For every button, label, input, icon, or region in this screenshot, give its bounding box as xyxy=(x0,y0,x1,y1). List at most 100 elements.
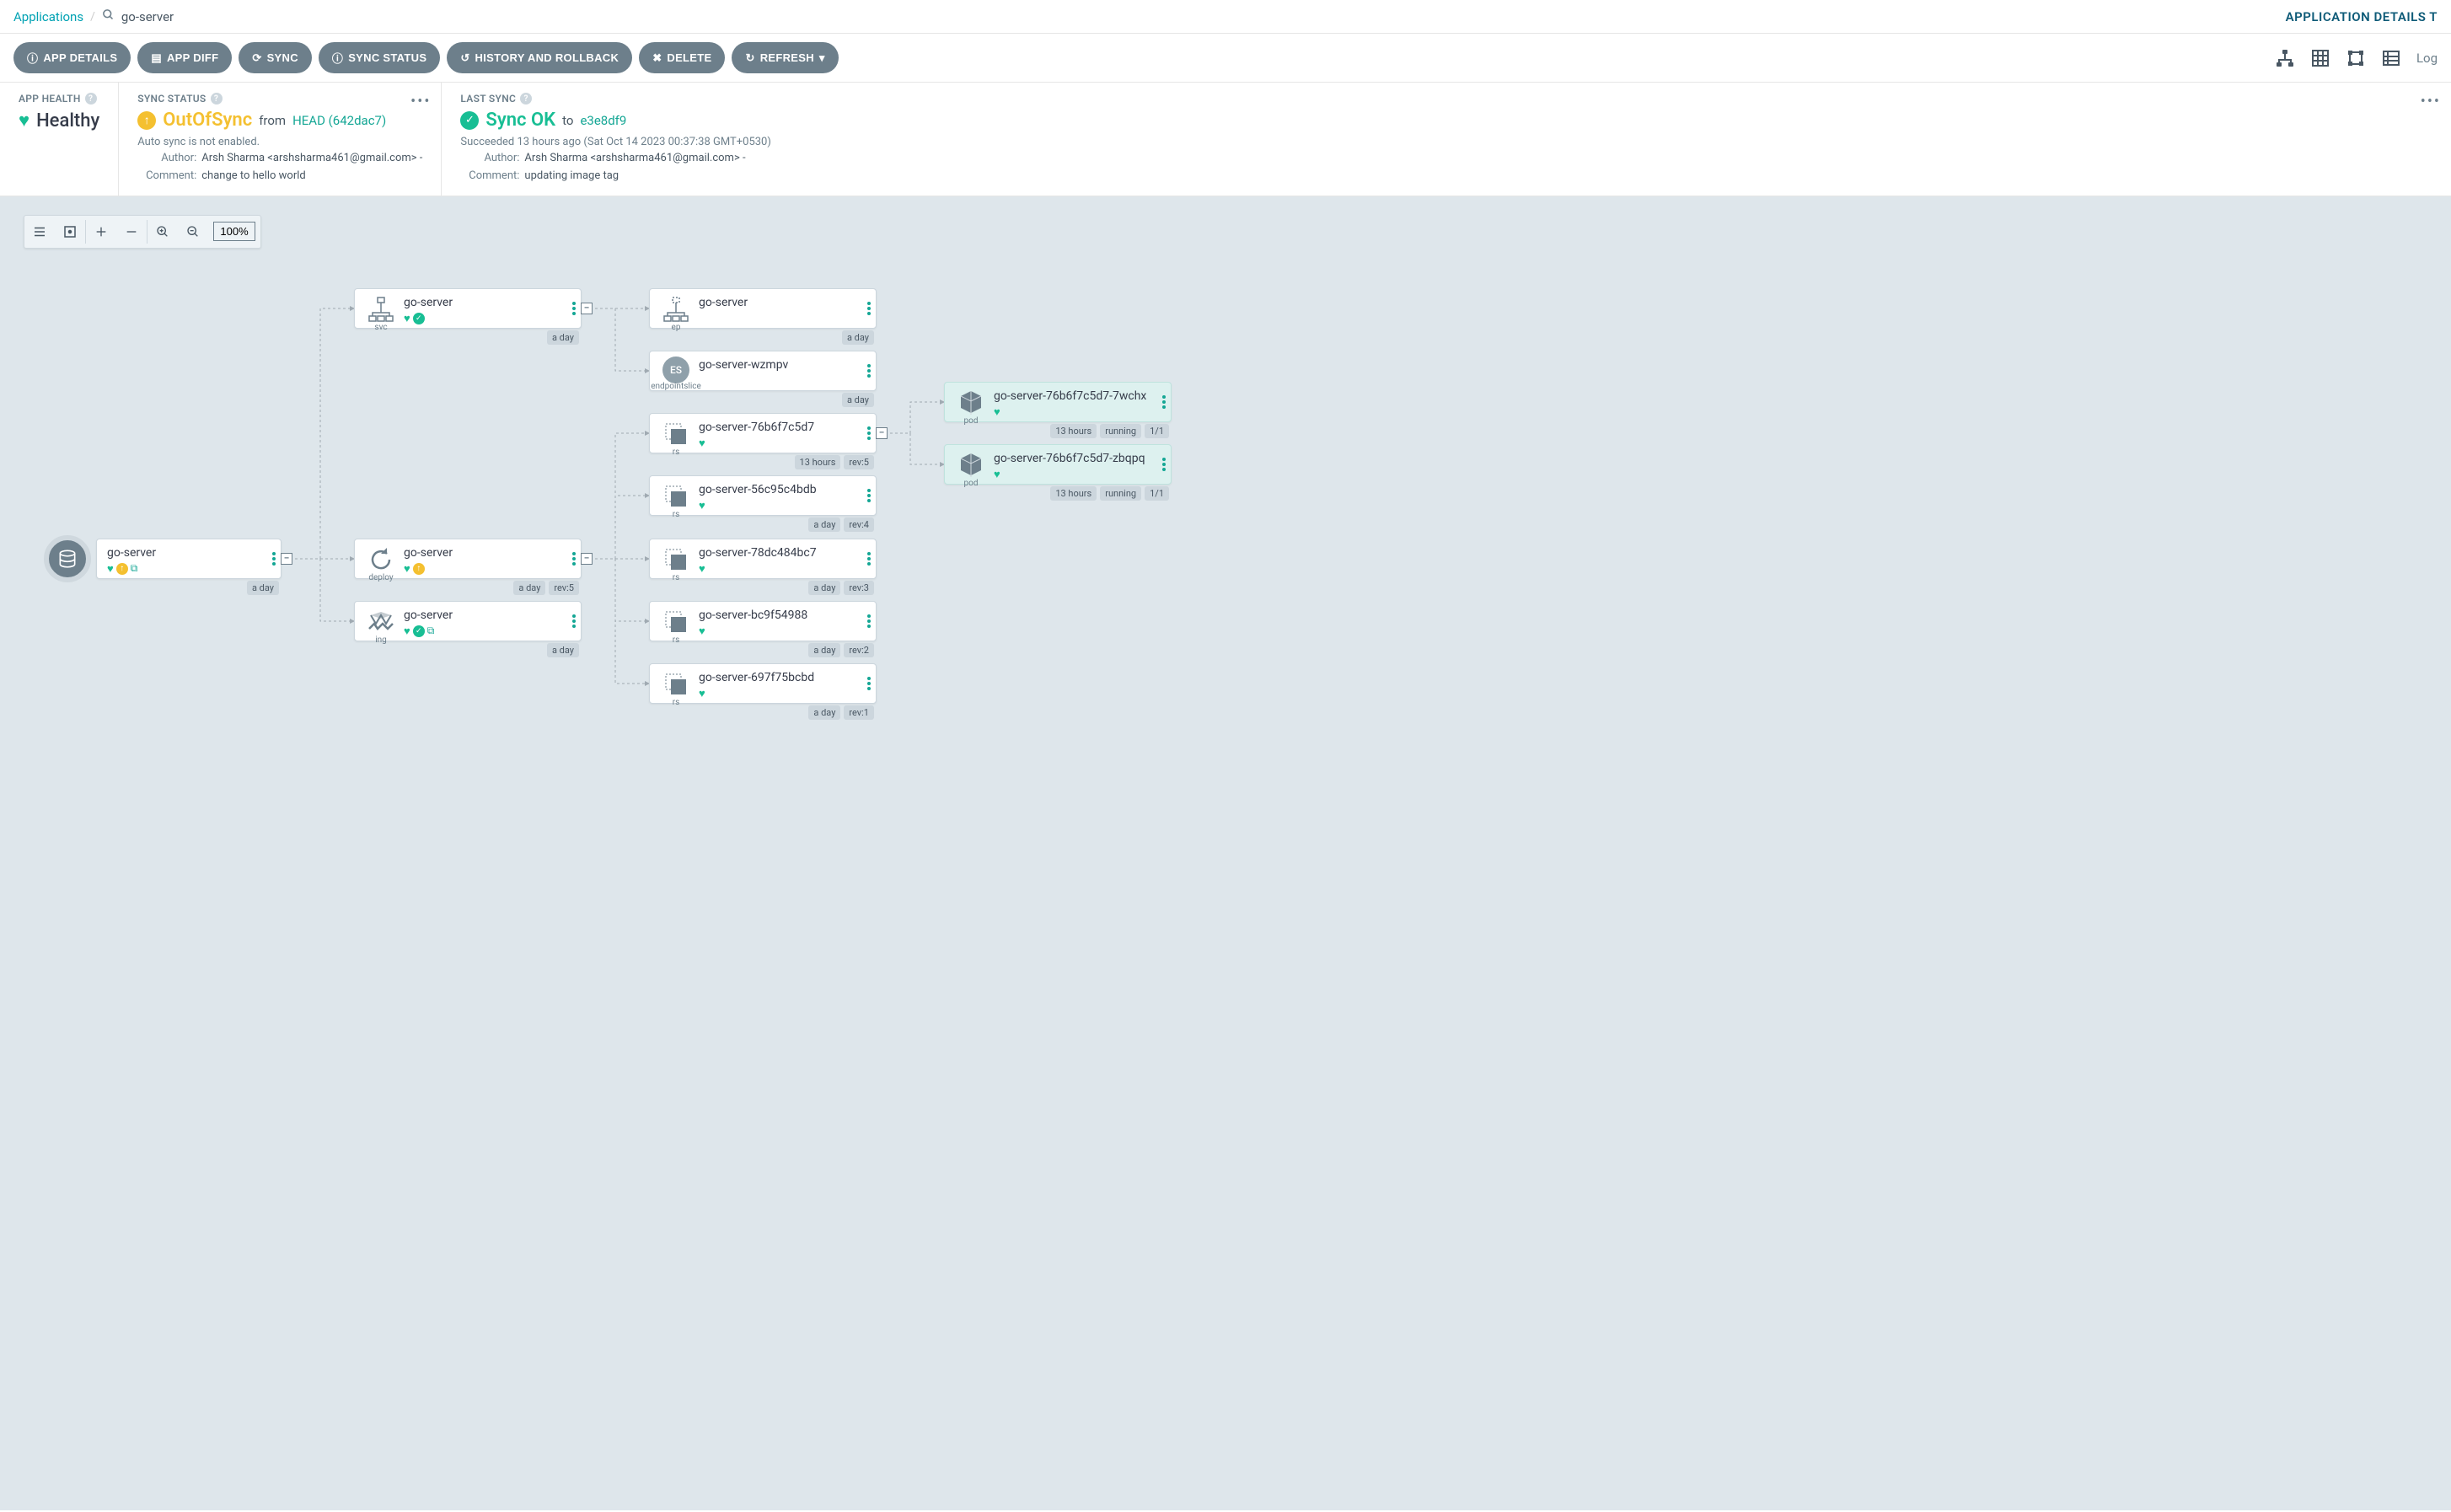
kind-label: rs xyxy=(673,510,680,519)
node-menu-icon[interactable] xyxy=(1162,395,1166,409)
help-icon[interactable]: ? xyxy=(211,93,223,105)
pod-icon xyxy=(956,388,986,418)
node-menu-icon[interactable] xyxy=(272,552,276,566)
collapse-toggle[interactable]: − xyxy=(281,553,292,565)
tree-canvas[interactable]: go-server ♥ ↑ ⧉ − a day xyxy=(0,196,2451,1510)
node-title: go-server xyxy=(107,546,274,560)
kind-label: svc xyxy=(374,323,387,332)
canvas-toolbar xyxy=(24,215,261,249)
last-sync-card: LAST SYNC? ••• ✓ Sync OK to e3e8df9 Succ… xyxy=(442,83,2451,196)
help-icon[interactable]: ? xyxy=(85,93,97,105)
ready-tag: 1/1 xyxy=(1145,486,1169,501)
collapse-toggle[interactable]: − xyxy=(581,303,593,314)
external-link-icon[interactable]: ⧉ xyxy=(427,625,435,637)
node-endpoint[interactable]: ep go-server a day xyxy=(649,288,877,329)
node-application[interactable]: go-server ♥ ↑ ⧉ − a day xyxy=(44,535,282,582)
node-deployment[interactable]: deploy go-server ♥↑ − a dayrev:5 xyxy=(354,539,582,579)
log-link[interactable]: Log xyxy=(2416,51,2438,66)
node-title: go-server-wzmpv xyxy=(699,358,869,372)
revision-link[interactable]: HEAD (642dac7) xyxy=(292,113,386,128)
node-menu-icon[interactable] xyxy=(867,364,871,378)
more-menu-icon[interactable]: ••• xyxy=(410,93,431,110)
author-value: Arsh Sharma <arshsharma461@gmail.com> - xyxy=(524,150,745,168)
minus-icon[interactable] xyxy=(116,216,147,248)
rev-tag: rev:5 xyxy=(844,455,874,469)
kind-label: rs xyxy=(673,448,680,457)
from-label: from xyxy=(259,113,286,128)
info-icon: ⓘ xyxy=(27,50,38,66)
node-menu-icon[interactable] xyxy=(1162,458,1166,471)
history-icon: ↺ xyxy=(460,51,469,65)
zoom-out-icon[interactable] xyxy=(178,216,208,248)
heart-icon: ♥ xyxy=(404,562,410,576)
node-replicaset[interactable]: rs go-server-bc9f54988♥ a dayrev:2 xyxy=(649,601,877,641)
grid-view-icon[interactable] xyxy=(2310,48,2330,68)
app-health-card: APP HEALTH? ♥ Healthy xyxy=(0,83,119,196)
external-link-icon[interactable]: ⧉ xyxy=(131,562,138,575)
revision-link[interactable]: e3e8df9 xyxy=(580,113,626,128)
node-title: go-server-76b6f7c5d7-zbqpq xyxy=(994,452,1164,465)
node-replicaset[interactable]: rs go-server-56c95c4bdb♥ a dayrev:4 xyxy=(649,475,877,516)
help-icon[interactable]: ? xyxy=(520,93,532,105)
node-menu-icon[interactable] xyxy=(867,552,871,566)
pod-icon xyxy=(956,450,986,480)
heart-icon: ♥ xyxy=(994,468,1000,481)
delete-button[interactable]: ✖DELETE xyxy=(639,42,725,73)
run-tag: running xyxy=(1100,486,1141,501)
node-menu-icon[interactable] xyxy=(867,426,871,440)
node-menu-icon[interactable] xyxy=(867,489,871,502)
time-tag: a day xyxy=(513,581,545,595)
node-menu-icon[interactable] xyxy=(867,614,871,628)
collapse-toggle[interactable]: − xyxy=(876,427,888,439)
heart-icon: ♥ xyxy=(699,687,705,700)
node-menu-icon[interactable] xyxy=(572,302,576,315)
out-of-sync-icon: ↑ xyxy=(413,563,425,575)
more-menu-icon[interactable]: ••• xyxy=(2421,93,2441,110)
fit-icon[interactable] xyxy=(55,216,85,248)
node-replicaset[interactable]: rs go-server-76b6f7c5d7♥ − 13 hoursrev:5 xyxy=(649,413,877,453)
refresh-button[interactable]: ↻REFRESH▾ xyxy=(732,42,838,73)
heart-icon: ♥ xyxy=(699,437,705,450)
plus-icon[interactable] xyxy=(86,216,116,248)
node-title: go-server-56c95c4bdb xyxy=(699,483,869,496)
node-menu-icon[interactable] xyxy=(572,552,576,566)
app-diff-button[interactable]: ▤APP DIFF xyxy=(137,42,232,73)
node-replicaset[interactable]: rs go-server-78dc484bc7♥ a dayrev:3 xyxy=(649,539,877,579)
author-value: Arsh Sharma <arshsharma461@gmail.com> - xyxy=(201,150,422,168)
history-rollback-button[interactable]: ↺HISTORY AND ROLLBACK xyxy=(447,42,632,73)
search-icon[interactable] xyxy=(102,8,115,24)
node-pod[interactable]: pod go-server-76b6f7c5d7-zbqpq♥ 13 hours… xyxy=(944,444,1172,485)
zoom-in-icon[interactable] xyxy=(147,216,178,248)
list-view-icon[interactable] xyxy=(2381,48,2401,68)
ingress-icon xyxy=(366,607,396,637)
service-icon xyxy=(366,294,396,324)
node-service[interactable]: svc go-server ♥✓ − a day xyxy=(354,288,582,329)
zoom-input[interactable] xyxy=(213,222,255,241)
node-menu-icon[interactable] xyxy=(867,302,871,315)
node-title: go-server-78dc484bc7 xyxy=(699,546,869,560)
network-view-icon[interactable] xyxy=(2346,48,2366,68)
node-pod[interactable]: pod go-server-76b6f7c5d7-7wchx♥ 13 hours… xyxy=(944,382,1172,422)
deploy-icon xyxy=(366,544,396,575)
hamburger-icon[interactable] xyxy=(24,216,55,248)
node-menu-icon[interactable] xyxy=(572,614,576,628)
run-tag: running xyxy=(1100,424,1141,438)
to-label: to xyxy=(562,113,573,128)
kind-label: rs xyxy=(673,635,680,645)
tree-view-icon[interactable] xyxy=(2275,48,2295,68)
replicaset-icon xyxy=(661,607,691,637)
node-menu-icon[interactable] xyxy=(867,677,871,690)
endpointslice-icon: ES xyxy=(661,357,691,383)
node-endpointslice[interactable]: ES endpointslice go-server-wzmpv a day xyxy=(649,351,877,391)
sync-status-card: SYNC STATUS? ••• ↑ OutOfSync from HEAD (… xyxy=(119,83,442,196)
breadcrumb-root[interactable]: Applications xyxy=(13,9,83,24)
sync-button[interactable]: ⟳SYNC xyxy=(239,42,312,73)
node-replicaset[interactable]: rs go-server-697f75bcbd♥ a dayrev:1 xyxy=(649,663,877,704)
kind-label: deploy xyxy=(368,573,393,582)
collapse-toggle[interactable]: − xyxy=(581,553,593,565)
heart-icon: ♥ xyxy=(404,312,410,325)
sync-status-button[interactable]: ⓘSYNC STATUS xyxy=(319,42,440,73)
app-details-button[interactable]: ⓘAPP DETAILS xyxy=(13,42,131,73)
node-ingress[interactable]: ing go-server ♥✓⧉ a day xyxy=(354,601,582,641)
kind-label: pod xyxy=(964,416,979,426)
